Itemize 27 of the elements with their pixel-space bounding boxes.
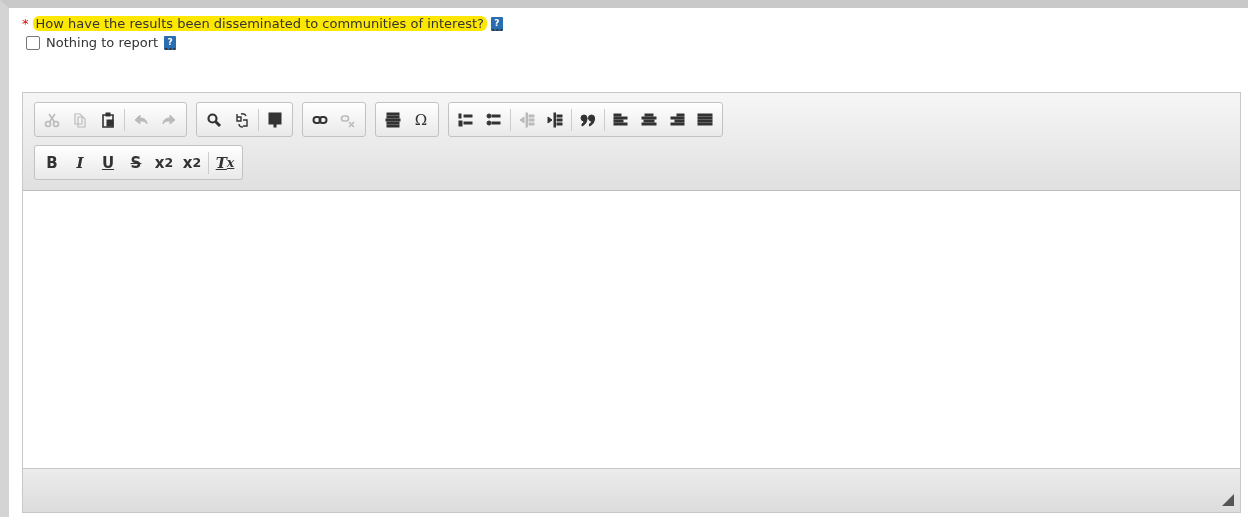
align-center-icon	[641, 111, 657, 128]
search-icon	[206, 111, 222, 128]
required-mark: *	[22, 16, 29, 31]
question-text: How have the results been disseminated to communities of interest?	[32, 16, 487, 31]
justify-icon	[697, 111, 713, 128]
copy-icon	[72, 111, 88, 128]
checkbox-label: Nothing to report	[46, 35, 159, 50]
indent-icon	[547, 111, 563, 128]
resize-handle-icon[interactable]	[1222, 494, 1234, 506]
scissors-icon	[44, 111, 60, 128]
horizontal-line-icon	[385, 111, 401, 128]
help-button[interactable]: ?	[164, 35, 177, 50]
checkbox[interactable]	[26, 35, 40, 50]
quote-icon	[580, 111, 596, 128]
align-left-icon	[613, 111, 629, 128]
format-button[interactable]: B	[38, 149, 66, 176]
format-button[interactable]: Ω	[407, 106, 435, 133]
help-button[interactable]: ?	[490, 16, 503, 31]
align-right-icon	[669, 111, 685, 128]
paste-icon	[100, 111, 116, 128]
numbered-list-icon	[458, 111, 474, 128]
bullet-list-icon	[486, 111, 502, 128]
format-button[interactable]: U	[94, 149, 122, 176]
replace-icon	[234, 111, 250, 128]
format-button[interactable]: I	[66, 149, 94, 176]
outdent-icon	[519, 111, 535, 128]
format-button[interactable]: S	[122, 149, 150, 176]
